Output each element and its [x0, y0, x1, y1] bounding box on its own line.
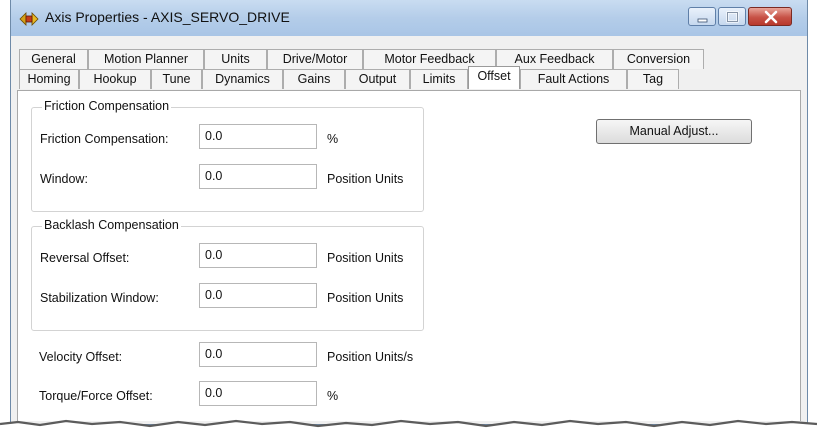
- tab-gains[interactable]: Gains: [283, 69, 345, 89]
- tab-conversion[interactable]: Conversion: [613, 49, 704, 69]
- torque-force-offset-label: Torque/Force Offset:: [39, 389, 153, 403]
- friction-compensation-label: Friction Compensation:: [40, 132, 169, 146]
- stabilization-window-label: Stabilization Window:: [40, 291, 159, 305]
- window-unit: Position Units: [327, 172, 404, 186]
- torn-edge: [0, 419, 817, 440]
- tab-tune[interactable]: Tune: [151, 69, 202, 89]
- close-icon: [764, 10, 778, 24]
- minimize-icon: [697, 18, 708, 23]
- axis-properties-icon: [19, 12, 39, 26]
- friction-compensation-unit: %: [327, 132, 339, 146]
- tab-general[interactable]: General: [19, 49, 88, 69]
- tab-hookup[interactable]: Hookup: [79, 69, 151, 89]
- torque-force-offset-input[interactable]: 0.0: [199, 381, 317, 406]
- tab-units[interactable]: Units: [204, 49, 267, 69]
- backlash-group-title: Backlash Compensation: [42, 218, 181, 232]
- tab-homing[interactable]: Homing: [19, 69, 79, 89]
- friction-compensation-group: Friction Compensation: [31, 99, 424, 212]
- offset-tab-panel: Friction Compensation Friction Compensat…: [17, 90, 801, 421]
- tab-limits[interactable]: Limits: [410, 69, 468, 89]
- tab-motion-planner[interactable]: Motion Planner: [88, 49, 204, 69]
- friction-compensation-input[interactable]: 0.0: [199, 124, 317, 149]
- maximize-icon: [726, 11, 739, 23]
- window-label: Window:: [40, 172, 88, 186]
- window-title: Axis Properties - AXIS_SERVO_DRIVE: [45, 9, 290, 25]
- stabilization-window-input[interactable]: 0.0: [199, 283, 317, 308]
- tab-drive-motor[interactable]: Drive/Motor: [267, 49, 363, 69]
- tab-dynamics[interactable]: Dynamics: [202, 69, 283, 89]
- torque-force-offset-unit: %: [327, 389, 339, 403]
- window-input[interactable]: 0.0: [199, 164, 317, 189]
- reversal-offset-label: Reversal Offset:: [40, 251, 130, 265]
- dialog-client-area: General Motion Planner Units Drive/Motor…: [17, 36, 801, 421]
- manual-adjust-button[interactable]: Manual Adjust...: [596, 119, 752, 144]
- reversal-offset-input[interactable]: 0.0: [199, 243, 317, 268]
- tab-output[interactable]: Output: [345, 69, 410, 89]
- backlash-compensation-group: Backlash Compensation: [31, 218, 424, 331]
- stabilization-window-unit: Position Units: [327, 291, 404, 305]
- tab-tag[interactable]: Tag: [627, 69, 679, 89]
- tab-fault-actions[interactable]: Fault Actions: [520, 69, 627, 89]
- tab-offset[interactable]: Offset: [468, 66, 520, 89]
- friction-group-title: Friction Compensation: [42, 99, 172, 113]
- close-button[interactable]: [748, 7, 792, 26]
- minimize-button[interactable]: [688, 7, 716, 26]
- velocity-offset-label: Velocity Offset:: [39, 350, 123, 364]
- maximize-button[interactable]: [718, 7, 746, 26]
- velocity-offset-unit: Position Units/s: [327, 350, 414, 364]
- axis-properties-window: Axis Properties - AXIS_SERVO_DRIVE Gener…: [10, 0, 808, 425]
- title-bar[interactable]: Axis Properties - AXIS_SERVO_DRIVE: [11, 0, 807, 36]
- reversal-offset-unit: Position Units: [327, 251, 404, 265]
- velocity-offset-input[interactable]: 0.0: [199, 342, 317, 367]
